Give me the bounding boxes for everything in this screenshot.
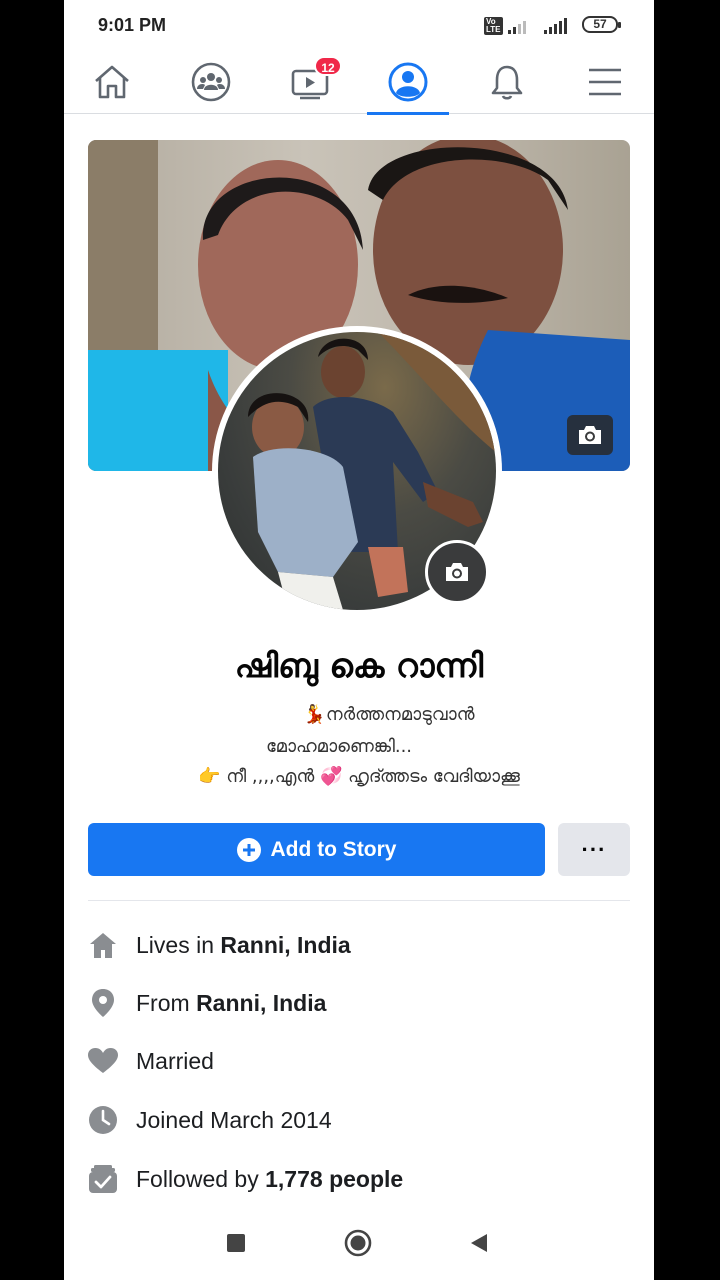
intro-joined: Joined March 2014 bbox=[88, 1100, 332, 1140]
from-value[interactable]: Ranni, India bbox=[196, 990, 326, 1017]
menu-icon bbox=[589, 68, 621, 96]
add-to-story-button[interactable]: Add to Story bbox=[88, 823, 545, 876]
divider bbox=[88, 900, 630, 901]
system-nav-bar bbox=[64, 1214, 654, 1274]
intro-from: From Ranni, India bbox=[88, 983, 326, 1023]
bio-line-1: 💃നർത്തനമാടുവാൻ bbox=[303, 704, 475, 725]
bio-line-2: മോഹമാണെങ്കി... bbox=[265, 736, 413, 757]
signal-icon bbox=[508, 16, 526, 34]
nav-notifications[interactable] bbox=[462, 50, 552, 114]
volte-icon: Vo LTE bbox=[484, 17, 503, 35]
battery-icon: 57 bbox=[582, 16, 621, 33]
lives-in-value[interactable]: Ranni, India bbox=[220, 932, 350, 959]
signal-icon-2 bbox=[544, 16, 567, 34]
followers-count[interactable]: 1,778 people bbox=[265, 1166, 403, 1193]
profile-icon bbox=[388, 62, 428, 102]
edit-cover-button[interactable] bbox=[567, 415, 613, 455]
camera-icon bbox=[579, 426, 601, 444]
home-button[interactable] bbox=[344, 1229, 372, 1257]
profile-name: ഷിബു കെ റാന്നി bbox=[234, 646, 484, 685]
nav-watch[interactable]: 12 bbox=[265, 50, 355, 114]
home-icon bbox=[95, 65, 129, 99]
watch-badge: 12 bbox=[314, 56, 342, 76]
followers-icon bbox=[88, 1164, 118, 1194]
nav-groups[interactable] bbox=[166, 50, 256, 114]
camera-icon bbox=[446, 563, 468, 581]
heart-icon bbox=[88, 1046, 118, 1076]
status-time: 9:01 PM bbox=[98, 15, 167, 35]
intro-followers: Followed by 1,778 people bbox=[88, 1159, 403, 1199]
back-button[interactable] bbox=[468, 1232, 490, 1254]
groups-icon bbox=[191, 62, 231, 102]
house-icon bbox=[88, 930, 118, 960]
status-bar: 9:01 PM Vo LTE 57 bbox=[64, 0, 654, 50]
nav-profile[interactable] bbox=[363, 50, 453, 115]
location-pin-icon bbox=[88, 988, 118, 1018]
relationship-status: Married bbox=[136, 1047, 214, 1074]
lives-in-prefix: Lives in bbox=[136, 931, 221, 958]
intro-lives-in: Lives in Ranni, India bbox=[88, 925, 351, 965]
more-options-button[interactable]: ··· bbox=[558, 823, 630, 876]
intro-relationship: Married bbox=[88, 1041, 214, 1081]
followed-by-prefix: Followed by bbox=[136, 1165, 266, 1192]
bell-icon bbox=[491, 65, 523, 100]
nav-menu[interactable] bbox=[560, 50, 650, 114]
recents-button[interactable] bbox=[226, 1233, 246, 1253]
from-prefix: From bbox=[136, 989, 197, 1016]
joined-date: Joined March 2014 bbox=[136, 1106, 332, 1133]
plus-circle-icon bbox=[236, 837, 261, 862]
edit-profile-picture-button[interactable] bbox=[425, 540, 489, 604]
profile-screen: 9:01 PM Vo LTE 57 12 ഷിബു കെ റാന്നി 💃നർത… bbox=[64, 0, 654, 1280]
bio-line-3: 👉 നീ ,,,,എൻ 💞 ഹൃദ്ത്തടം വേദിയാക്കൂ bbox=[198, 766, 520, 787]
clock-icon bbox=[88, 1105, 118, 1135]
add-to-story-label: Add to Story bbox=[270, 837, 397, 861]
top-nav: 12 bbox=[64, 50, 654, 115]
nav-home[interactable] bbox=[67, 50, 157, 114]
